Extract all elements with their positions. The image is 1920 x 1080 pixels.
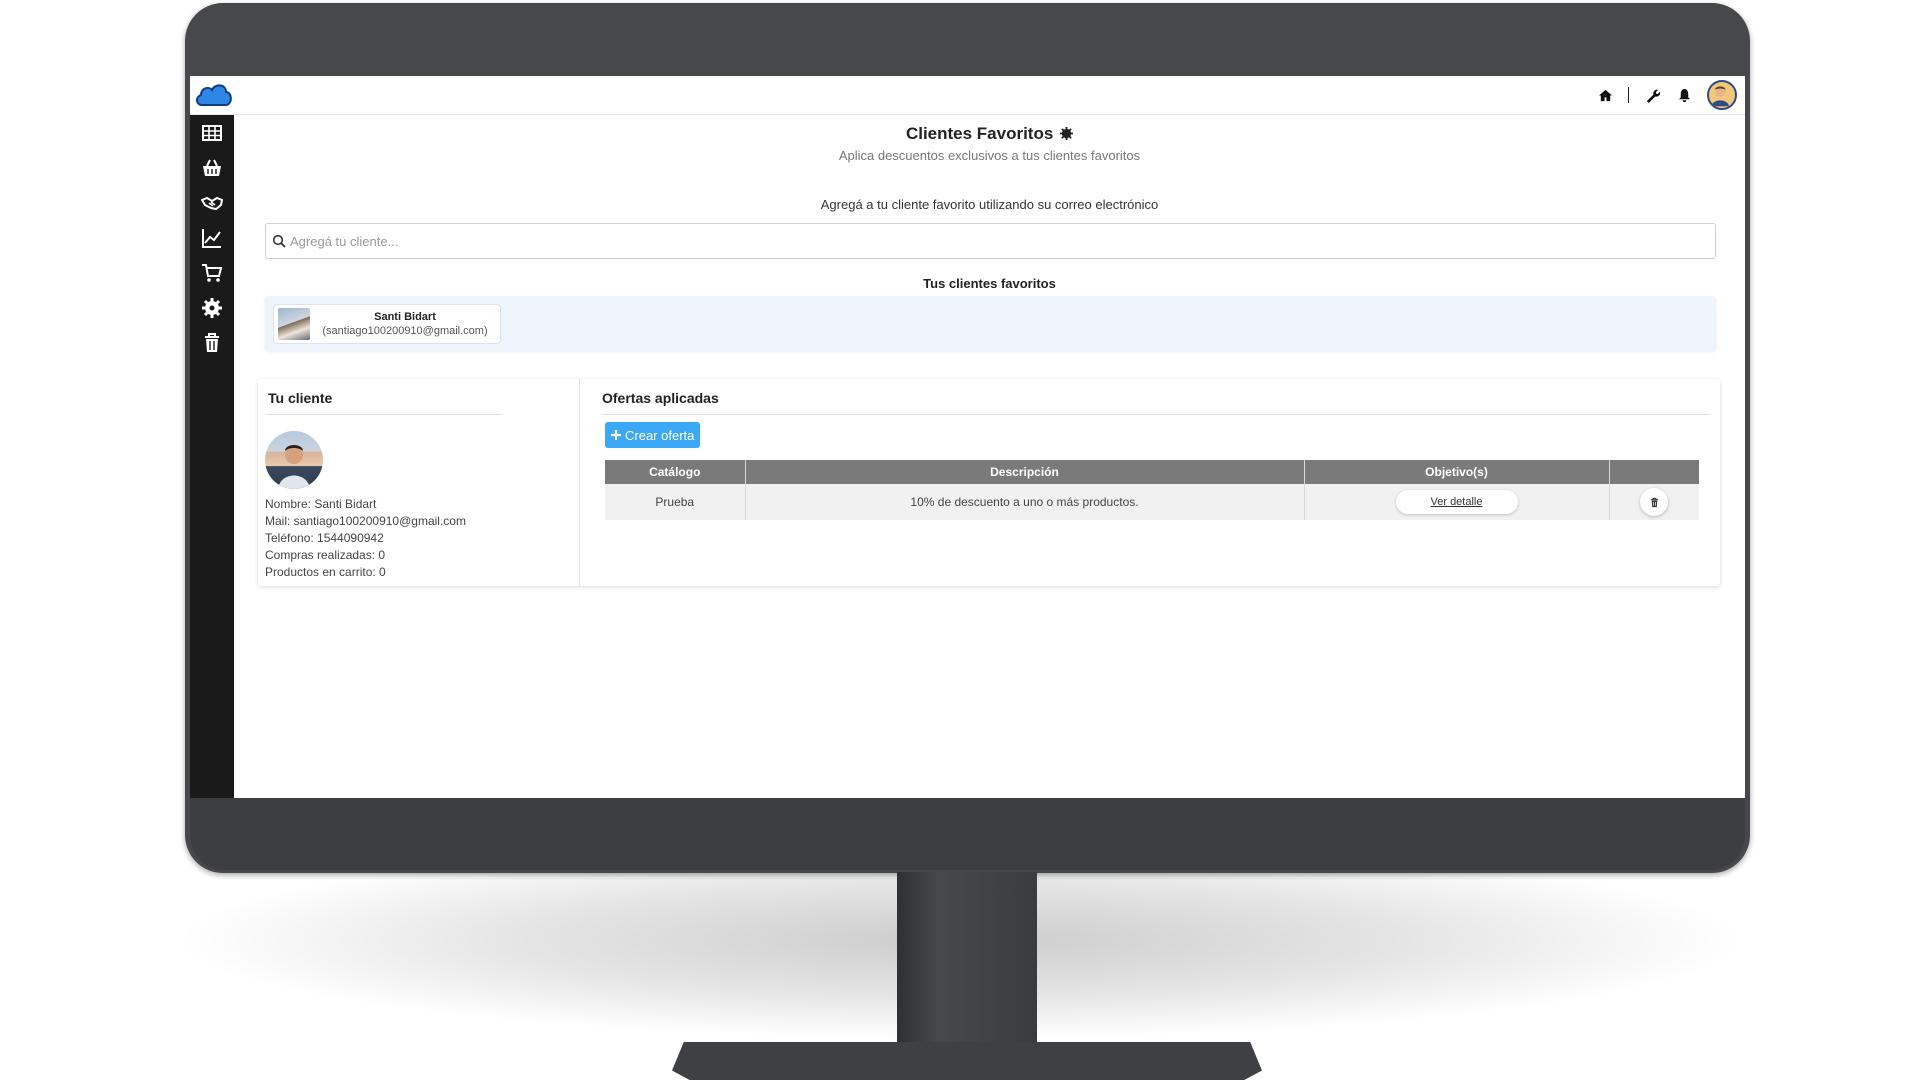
create-offer-button[interactable]: Crear oferta (605, 422, 701, 448)
search-box (265, 223, 1716, 259)
offer-objective-cell: Ver detalle (1304, 484, 1610, 520)
client-phone-line: Teléfono: 1544090942 (265, 531, 384, 545)
monitor-chin (190, 798, 1745, 870)
client-info: Nombre: Santi Bidart Mail: santiago10020… (265, 496, 466, 581)
table-row: Prueba 10% de descuento a uno o más prod… (605, 484, 1699, 520)
favorites-panel: Santi Bidart (santiago100200910@gmail.co… (265, 296, 1716, 351)
search-icon (272, 234, 286, 248)
offer-catalog-cell: Prueba (605, 484, 746, 520)
trash-icon[interactable] (190, 325, 234, 360)
favorite-client-name: Santi Bidart (374, 311, 436, 323)
client-avatar (265, 431, 323, 489)
divider (602, 414, 1710, 415)
favorite-client-chip[interactable]: Santi Bidart (santiago100200910@gmail.co… (273, 304, 501, 344)
offers-section-title: Ofertas aplicadas (602, 390, 719, 406)
client-detail-card: Tu cliente Nombre: Santi Bidart Mail: sa… (258, 379, 1720, 586)
top-bar (190, 76, 1745, 115)
divider (266, 414, 502, 415)
monitor-stand-neck (897, 872, 1037, 1052)
cloud-logo-icon[interactable] (193, 78, 235, 112)
client-cart-line: Productos en carrito: 0 (265, 565, 386, 579)
offers-table: Catálogo Descripción Objetivo(s) Prueba … (605, 460, 1699, 520)
column-header-catalog: Catálogo (605, 460, 746, 484)
home-icon[interactable] (1596, 86, 1614, 104)
monitor-stand-base (672, 1042, 1262, 1080)
sidebar (190, 115, 234, 798)
main-content: Clientes Favoritos Aplica descuentos exc… (234, 115, 1745, 798)
column-header-description: Descripción (745, 460, 1305, 484)
grid-icon[interactable] (190, 115, 234, 150)
handshake-icon[interactable] (190, 185, 234, 220)
client-purchases-line: Compras realizadas: 0 (265, 548, 386, 562)
client-name-line: Nombre: Santi Bidart (265, 497, 377, 511)
client-column: Tu cliente Nombre: Santi Bidart Mail: sa… (258, 379, 580, 586)
delete-offer-button[interactable] (1640, 488, 1669, 516)
chart-icon[interactable] (190, 220, 234, 255)
gear-icon (1060, 127, 1074, 140)
favorite-client-email: (santiago100200910@gmail.com) (322, 325, 488, 337)
wrench-icon[interactable] (1643, 86, 1661, 104)
column-header-actions (1609, 460, 1699, 484)
favorites-title: Tus clientes favoritos (923, 276, 1056, 291)
divider (1628, 87, 1629, 103)
table-header-row: Catálogo Descripción Objetivo(s) (605, 460, 1699, 484)
bell-icon[interactable] (1675, 86, 1693, 104)
column-header-objectives: Objetivo(s) (1304, 460, 1610, 484)
create-offer-label: Crear oferta (625, 427, 695, 443)
cart-icon[interactable] (190, 255, 234, 290)
client-section-title: Tu cliente (268, 390, 333, 406)
page-subtitle: Aplica descuentos exclusivos a tus clien… (838, 148, 1141, 163)
offers-column: Ofertas aplicadas Crear oferta Catálogo … (580, 379, 1720, 586)
page-title: Clientes Favoritos (234, 124, 1745, 144)
top-icons (1596, 80, 1737, 110)
client-mail-line: Mail: santiago100200910@gmail.com (265, 514, 466, 528)
app-screen: Clientes Favoritos Aplica descuentos exc… (190, 76, 1745, 798)
favorite-client-photo (278, 308, 310, 340)
page-title-text: Clientes Favoritos (905, 124, 1054, 143)
basket-icon[interactable] (190, 150, 234, 185)
offer-description-cell: 10% de descuento a uno o más productos. (745, 484, 1305, 520)
add-client-label: Agregá a tu cliente favorito utilizando … (820, 197, 1159, 212)
offer-actions-cell (1609, 484, 1699, 520)
plus-icon (611, 430, 621, 440)
trash-icon (1650, 497, 1658, 507)
user-avatar[interactable] (1707, 80, 1737, 110)
search-input[interactable] (290, 233, 1661, 249)
gear-icon[interactable] (190, 290, 234, 325)
view-detail-button[interactable]: Ver detalle (1395, 490, 1518, 514)
